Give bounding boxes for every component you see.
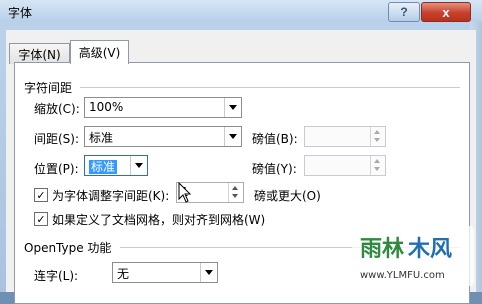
kerning-checkbox[interactable]: ✓ bbox=[34, 188, 48, 202]
ylmf-watermark-logo: 雨林 木风 www.YLMFU.com bbox=[352, 226, 474, 286]
spinner-buttons[interactable] bbox=[370, 156, 385, 175]
position-label: 位置(P): bbox=[34, 162, 79, 176]
tab-font-label: 字体(N) bbox=[18, 47, 61, 62]
window-title: 字体 bbox=[8, 6, 33, 20]
character-spacing-heading: 字符间距 bbox=[24, 81, 73, 95]
help-button[interactable]: ? bbox=[388, 2, 420, 22]
close-icon: x bbox=[442, 4, 450, 20]
checkmark-icon: ✓ bbox=[36, 188, 46, 202]
chevron-down-icon bbox=[232, 194, 238, 198]
chevron-down-icon bbox=[374, 167, 380, 171]
scale-combo[interactable]: 100% bbox=[84, 97, 242, 118]
mouse-cursor-icon bbox=[178, 182, 192, 203]
scale-label: 缩放(C): bbox=[34, 102, 80, 116]
chevron-up-icon bbox=[232, 186, 238, 190]
spacing-combo[interactable]: 标准 bbox=[84, 126, 242, 147]
spacing-value: 标准 bbox=[89, 131, 114, 145]
position-by-label: 磅值(Y): bbox=[252, 162, 297, 176]
ligatures-combo[interactable]: 无 bbox=[112, 262, 218, 283]
chevron-up-icon bbox=[374, 159, 380, 163]
font-dialog-window: 字体 ? x 字体(N) 高级(V) 字符间距 缩放(C): 100% 间距(S… bbox=[0, 0, 482, 304]
chevron-down-icon[interactable] bbox=[224, 98, 241, 117]
chevron-down-icon[interactable] bbox=[224, 127, 241, 146]
grid-checkbox[interactable]: ✓ bbox=[34, 212, 48, 226]
position-value: 标准 bbox=[89, 160, 118, 174]
help-icon: ? bbox=[400, 5, 408, 19]
section-divider bbox=[80, 87, 460, 88]
position-combo[interactable]: 标准 bbox=[84, 155, 148, 176]
chevron-up-icon bbox=[374, 130, 380, 134]
kerning-suffix-label: 磅或更大(O) bbox=[254, 189, 321, 203]
spacing-label: 间距(S): bbox=[34, 132, 80, 146]
svg-text:雨林: 雨林 bbox=[360, 237, 404, 262]
scale-value: 100% bbox=[89, 100, 124, 114]
tab-advanced[interactable]: 高级(V) bbox=[70, 40, 129, 64]
opentype-heading: OpenType 功能 bbox=[24, 241, 112, 255]
spacing-by-spinner[interactable] bbox=[304, 126, 386, 147]
title-bar: 字体 ? x bbox=[0, 0, 482, 22]
chevron-down-icon bbox=[374, 138, 380, 142]
chevron-down-icon[interactable] bbox=[200, 263, 217, 282]
spacing-by-label: 磅值(B): bbox=[252, 132, 298, 146]
chevron-down-icon[interactable] bbox=[130, 156, 147, 175]
spinner-buttons[interactable] bbox=[228, 183, 243, 202]
ligatures-value: 无 bbox=[117, 267, 130, 281]
position-by-spinner[interactable] bbox=[304, 155, 386, 176]
checkmark-icon: ✓ bbox=[36, 212, 46, 226]
close-button[interactable]: x bbox=[421, 2, 471, 22]
spinner-buttons[interactable] bbox=[370, 127, 385, 146]
svg-text:木风: 木风 bbox=[407, 237, 452, 262]
tab-advanced-label: 高级(V) bbox=[78, 46, 121, 60]
grid-label[interactable]: 如果定义了文档网格，则对齐到网格(W) bbox=[52, 211, 265, 228]
ligatures-label: 连字(L): bbox=[34, 269, 79, 283]
kerning-label[interactable]: 为字体调整字间距(K): bbox=[52, 187, 169, 204]
tab-font[interactable]: 字体(N) bbox=[9, 43, 70, 64]
svg-text:www.YLMFU.com: www.YLMFU.com bbox=[360, 270, 445, 281]
